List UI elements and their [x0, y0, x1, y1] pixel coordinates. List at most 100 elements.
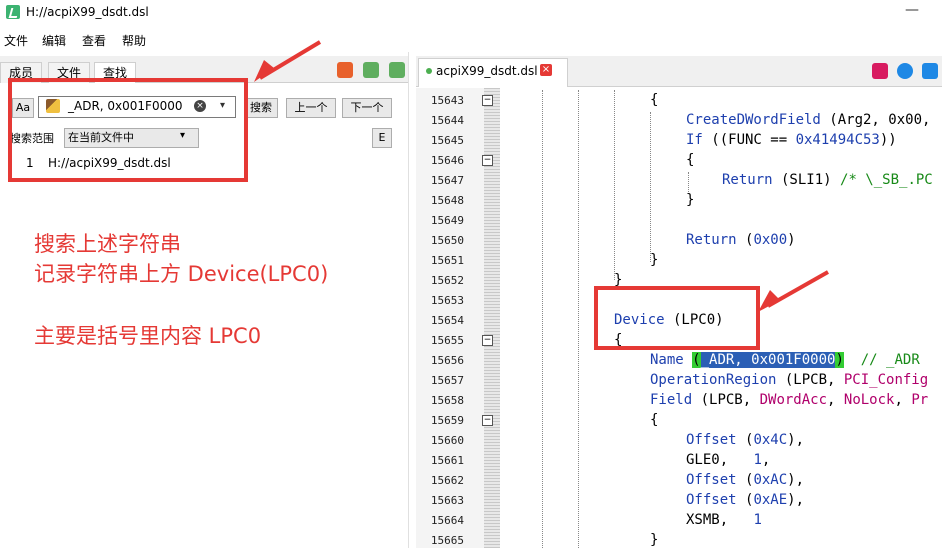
line-number: 15643 — [430, 94, 464, 107]
run-icon[interactable] — [337, 62, 353, 78]
app-logo-icon — [6, 5, 20, 19]
code-token: Offset — [686, 492, 737, 508]
code-token: ( — [736, 432, 754, 448]
code-token: ) — [787, 232, 796, 248]
menu-help[interactable]: 帮助 — [122, 32, 146, 49]
code-line: OperationRegion (LPCB, PCI_Config — [650, 372, 928, 388]
back-arrow-icon[interactable] — [363, 62, 379, 78]
code-token: CreateDWordField — [686, 112, 821, 128]
code-line: Name (_ADR, 0x001F0000) // _ADR — [650, 352, 920, 368]
fold-toggle-icon[interactable]: − — [482, 335, 493, 346]
forward-arrow-icon[interactable] — [389, 62, 405, 78]
line-number: 15655 — [430, 334, 464, 347]
code-token: ), — [787, 472, 805, 488]
code-token: // _ADR — [843, 352, 920, 368]
indent-guide — [650, 112, 651, 262]
line-number: 15665 — [430, 534, 464, 547]
code-token: ), — [787, 432, 805, 448]
code-line: { — [650, 412, 659, 428]
line-number: 15654 — [430, 314, 464, 327]
code-token: PCI_Config — [843, 372, 929, 388]
code-token: 0xAC — [753, 472, 788, 488]
code-line: If ((FUNC == 0x41494C53)) — [686, 132, 897, 148]
line-number: 15659 — [430, 414, 464, 427]
code-token: , — [894, 392, 912, 408]
code-token: NoLock — [843, 392, 895, 408]
annotation-text-3: 主要是括号里内容 LPC0 — [34, 324, 262, 348]
code-token: , — [761, 452, 771, 468]
line-number: 15664 — [430, 514, 464, 527]
line-number: 15663 — [430, 494, 464, 507]
line-number: 15648 — [430, 194, 464, 207]
line-number: 15650 — [430, 234, 464, 247]
menu-bar: 文件 编辑 查看 帮助 — [0, 28, 942, 50]
menu-file[interactable]: 文件 — [4, 32, 28, 49]
annotation-text-1: 搜索上述字符串 — [34, 232, 181, 256]
search-highlight: _ADR, 0x001F0000 — [700, 352, 836, 368]
code-line: { — [686, 152, 695, 168]
annotation-box — [8, 78, 248, 182]
line-number: 15656 — [430, 354, 464, 367]
fold-toggle-icon[interactable]: − — [482, 95, 493, 106]
code-token: Offset — [686, 472, 737, 488]
code-token: XSMB, — [686, 512, 754, 528]
code-token: (LPCB, — [776, 372, 844, 388]
code-line: GLE0, 1, — [686, 452, 770, 468]
fold-toggle-icon[interactable]: − — [482, 415, 493, 426]
minimize-button[interactable]: — — [905, 2, 919, 18]
code-token: Pr — [911, 392, 929, 408]
code-token: (SLI1) — [772, 172, 841, 188]
code-line: Field (LPCB, DWordAcc, NoLock, Pr — [650, 392, 928, 408]
search-button[interactable]: 搜索 — [244, 98, 278, 118]
add-icon[interactable] — [897, 63, 913, 79]
prev-button[interactable]: 上一个 — [286, 98, 336, 118]
line-number: 15657 — [430, 374, 464, 387]
line-number: 15658 — [430, 394, 464, 407]
code-token: (LPCB, — [692, 392, 760, 408]
format-icon[interactable] — [872, 63, 888, 79]
code-line: Offset (0xAC), — [686, 472, 804, 488]
e-button[interactable]: E — [372, 128, 392, 148]
code-token: ((FUNC == — [702, 132, 796, 148]
code-line: { — [650, 92, 659, 108]
code-token: 0xAE — [753, 492, 788, 508]
code-line: Return (SLI1) /* \_SB_.PC — [722, 172, 933, 188]
next-button[interactable]: 下一个 — [342, 98, 392, 118]
code-token: ( — [736, 472, 754, 488]
code-token: 1 — [753, 512, 762, 528]
code-token: Offset — [686, 432, 737, 448]
line-number: 15644 — [430, 114, 464, 127]
code-token: 1 — [753, 452, 762, 468]
code-token: )) — [879, 132, 897, 148]
menu-view[interactable]: 查看 — [82, 32, 106, 49]
code-token: (Arg2, 0x00, — [820, 112, 931, 128]
code-line: CreateDWordField (Arg2, 0x00, — [686, 112, 930, 128]
close-icon[interactable]: × — [540, 64, 552, 76]
code-token: If — [686, 132, 703, 148]
window-title: H://acpiX99_dsdt.dsl — [26, 5, 149, 19]
line-number: 15661 — [430, 454, 464, 467]
code-line: XSMB, 1 — [686, 512, 762, 528]
line-number: 15662 — [430, 474, 464, 487]
indent-guide — [542, 90, 543, 548]
code-line: Return (0x00) — [686, 232, 796, 248]
brace-match: ) — [835, 352, 844, 368]
fold-toggle-icon[interactable]: − — [482, 155, 493, 166]
annotation-text-2: 记录字符串上方 Device(LPC0) — [34, 262, 329, 286]
line-number: 15652 — [430, 274, 464, 287]
code-token: ), — [787, 492, 805, 508]
code-line: } — [650, 252, 659, 268]
indent-guide — [614, 90, 615, 280]
save-icon[interactable] — [922, 63, 938, 79]
code-token: Return — [686, 232, 737, 248]
line-number: 15660 — [430, 434, 464, 447]
menu-edit[interactable]: 编辑 — [42, 32, 66, 49]
code-token: /* \_SB_.PC — [840, 172, 933, 188]
line-number: 15653 — [430, 294, 464, 307]
modified-dot-icon — [426, 68, 432, 74]
code-token: , — [827, 392, 844, 408]
code-line: Offset (0xAE), — [686, 492, 804, 508]
code-line: } — [650, 532, 659, 548]
code-token: DWordAcc — [759, 392, 828, 408]
line-number: 15646 — [430, 154, 464, 167]
